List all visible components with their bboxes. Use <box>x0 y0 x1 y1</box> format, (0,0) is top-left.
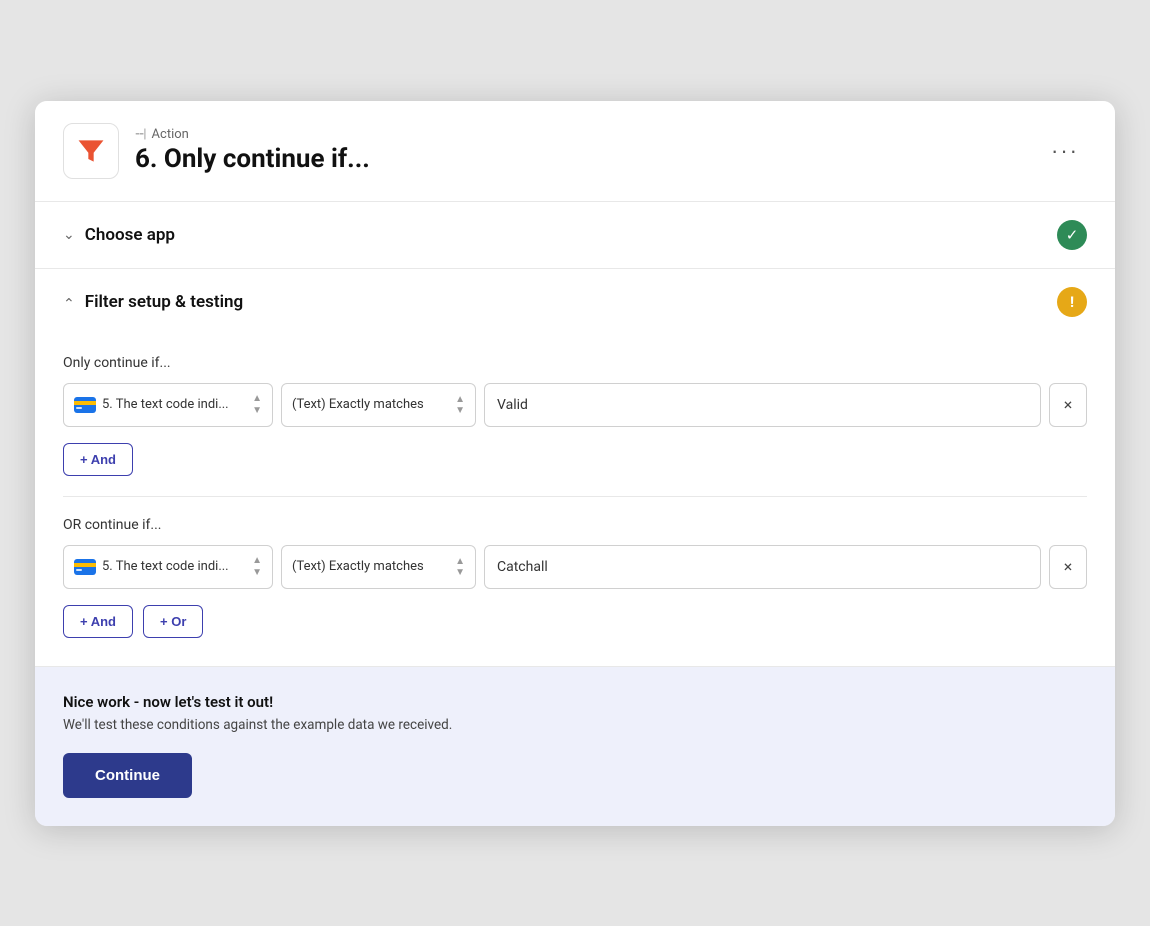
filter-setup-header[interactable]: ⌄ Filter setup & testing ! <box>35 269 1115 335</box>
condition1-field-text: 5. The text code indi... <box>102 397 242 412</box>
dash-icon: --| <box>135 127 146 142</box>
header-menu-button[interactable]: ··· <box>1043 134 1087 168</box>
condition1-clear-icon: × <box>1064 395 1073 414</box>
condition1-operator-spinner: ▲ ▼ <box>455 394 465 416</box>
choose-app-status-badge: ✓ <box>1057 220 1087 250</box>
action-label-row: --| Action <box>135 127 370 142</box>
condition1-value-text: Valid <box>497 397 528 413</box>
condition1-field-icon <box>74 397 96 413</box>
condition2-add-and-button[interactable]: + And <box>63 605 133 638</box>
filter-setup-chevron-icon: ⌄ <box>63 294 75 310</box>
filter-setup-header-left: ⌄ Filter setup & testing <box>63 292 243 312</box>
modal-header: --| Action 6. Only continue if... ··· <box>35 101 1115 202</box>
condition2-field-icon <box>74 559 96 575</box>
condition2-field-spinner: ▲ ▼ <box>252 555 262 578</box>
filter-setup-section: ⌄ Filter setup & testing ! Only continue… <box>35 269 1115 667</box>
test-description: We'll test these conditions against the … <box>63 717 1087 733</box>
condition1-add-buttons: + And <box>63 443 1087 476</box>
choose-app-section: ⌄ Choose app ✓ <box>35 202 1115 269</box>
filter-setup-title: Filter setup & testing <box>85 292 243 312</box>
or-continue-label: OR continue if... <box>63 517 1087 533</box>
choose-app-title: Choose app <box>85 225 175 245</box>
header-text: --| Action 6. Only continue if... <box>135 127 370 174</box>
choose-app-header[interactable]: ⌄ Choose app ✓ <box>35 202 1115 268</box>
check-icon: ✓ <box>1066 226 1079 244</box>
condition2-operator-spinner: ▲ ▼ <box>455 556 465 578</box>
condition2-operator-selector[interactable]: (Text) Exactly matches ▲ ▼ <box>281 545 476 589</box>
condition2-field-selector[interactable]: 5. The text code indi... ▲ ▼ <box>63 545 273 589</box>
condition2-clear-button[interactable]: × <box>1049 545 1087 589</box>
condition2-add-or-button[interactable]: + Or <box>143 605 203 638</box>
condition1-value-field[interactable]: Valid <box>484 383 1041 427</box>
condition1-add-and-button[interactable]: + And <box>63 443 133 476</box>
condition1-field-spinner: ▲ ▼ <box>252 393 262 416</box>
condition1-clear-button[interactable]: × <box>1049 383 1087 427</box>
condition2-value-text: Catchall <box>497 559 548 575</box>
page-title: 6. Only continue if... <box>135 144 370 174</box>
condition1-operator-selector[interactable]: (Text) Exactly matches ▲ ▼ <box>281 383 476 427</box>
choose-app-chevron-icon: ⌄ <box>63 227 75 243</box>
condition-row-1: 5. The text code indi... ▲ ▼ (Text) Exac… <box>63 383 1087 427</box>
only-continue-label: Only continue if... <box>63 355 1087 371</box>
condition2-field-text: 5. The text code indi... <box>102 559 242 574</box>
condition-row-2: 5. The text code indi... ▲ ▼ (Text) Exac… <box>63 545 1087 589</box>
test-title: Nice work - now let's test it out! <box>63 693 1087 711</box>
condition2-clear-icon: × <box>1064 557 1073 576</box>
action-label: Action <box>152 127 189 142</box>
condition1-operator-text: (Text) Exactly matches <box>292 397 424 412</box>
continue-button[interactable]: Continue <box>63 753 192 798</box>
condition2-add-buttons: + And + Or <box>63 605 1087 638</box>
modal-container: --| Action 6. Only continue if... ··· ⌄ … <box>35 101 1115 826</box>
conditions-divider <box>63 496 1087 497</box>
choose-app-header-left: ⌄ Choose app <box>63 225 175 245</box>
condition2-value-field[interactable]: Catchall <box>484 545 1041 589</box>
header-left: --| Action 6. Only continue if... <box>63 123 370 179</box>
app-icon <box>63 123 119 179</box>
condition1-field-selector[interactable]: 5. The text code indi... ▲ ▼ <box>63 383 273 427</box>
condition2-operator-text: (Text) Exactly matches <box>292 559 424 574</box>
test-section: Nice work - now let's test it out! We'll… <box>35 667 1115 826</box>
warning-icon: ! <box>1070 293 1074 311</box>
filter-setup-status-badge: ! <box>1057 287 1087 317</box>
filter-setup-body: Only continue if... 5. The text code ind… <box>35 335 1115 666</box>
